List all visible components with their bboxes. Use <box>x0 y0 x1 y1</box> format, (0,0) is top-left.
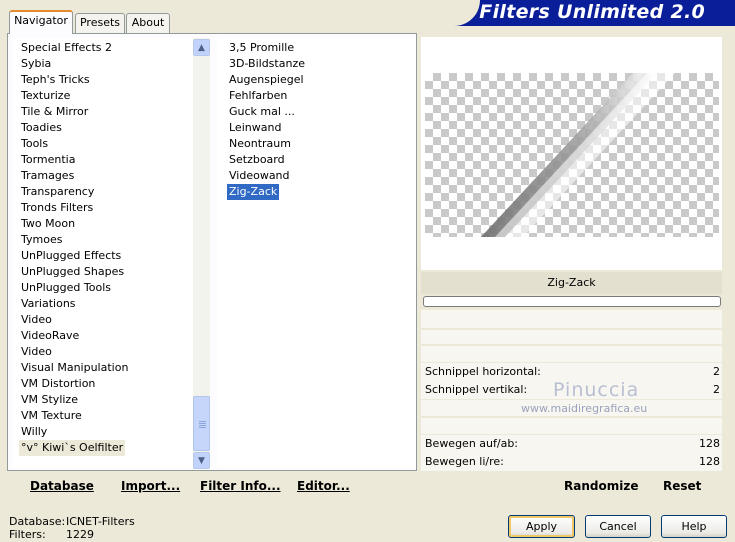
param-label: Schnippel vertikal: <box>425 383 528 396</box>
preview-image <box>425 73 719 237</box>
filter-item[interactable]: Neontraum <box>229 136 291 152</box>
editor-button[interactable]: Editor... <box>297 479 350 493</box>
category-item[interactable]: VideoRave <box>21 328 79 344</box>
watermark-name: Pinuccia <box>553 379 640 401</box>
param-label: Bewegen auf/ab: <box>425 437 519 450</box>
preview-filter-name: Zig-Zack <box>421 272 722 294</box>
category-item[interactable]: VM Stylize <box>21 392 78 408</box>
param-value: 128 <box>699 455 720 468</box>
category-item[interactable]: Toadies <box>21 120 62 136</box>
category-item[interactable]: Video <box>21 312 52 328</box>
param-spacer <box>421 330 722 344</box>
param-label: Schnippel horizontal: <box>425 365 541 378</box>
watermark-site: www.maidiregrafica.eu <box>521 402 648 415</box>
category-item[interactable]: Sybia <box>21 56 51 72</box>
tab-presets[interactable]: Presets <box>75 13 125 33</box>
category-item[interactable]: VM Texture <box>21 408 82 424</box>
category-item[interactable]: Tymoes <box>21 232 62 248</box>
progress-bar <box>423 296 721 307</box>
tab-navigator-label: Navigator <box>14 14 68 27</box>
param-spacer <box>421 346 722 362</box>
import-button[interactable]: Import... <box>121 479 180 493</box>
scroll-down-button[interactable]: ▼ <box>193 452 210 469</box>
filter-item[interactable]: Fehlfarben <box>229 88 287 104</box>
reset-button[interactable]: Reset <box>663 479 701 493</box>
category-item[interactable]: UnPlugged Shapes <box>21 264 124 280</box>
param-spacer <box>421 418 722 434</box>
filter-item[interactable]: 3D-Bildstanze <box>229 56 305 72</box>
category-item[interactable]: °v° Kiwi`s Oelfilter <box>19 440 126 456</box>
scroll-up-button[interactable]: ▲ <box>193 39 210 56</box>
category-item[interactable]: Tools <box>21 136 48 152</box>
category-list[interactable]: Special Effects 2 Sybia Teph's Tricks Textu… <box>13 38 193 468</box>
param-row[interactable]: Bewegen auf/ab: 128 <box>421 435 722 453</box>
tab-navigator[interactable]: Navigator <box>9 10 73 34</box>
category-item[interactable]: Willy <box>21 424 47 440</box>
filter-item[interactable]: Videowand <box>229 168 290 184</box>
banner-title: Filters Unlimited 2.0 <box>479 1 705 23</box>
category-item[interactable]: VM Distortion <box>21 376 95 392</box>
category-item[interactable]: Tramages <box>21 168 74 184</box>
param-value: 2 <box>713 383 720 396</box>
chevron-down-icon: ▼ <box>198 455 205 466</box>
filter-item[interactable]: Leinwand <box>229 120 281 136</box>
category-item[interactable]: Tile & Mirror <box>21 104 88 120</box>
zigzack-stripe <box>481 73 675 237</box>
category-item[interactable]: Visual Manipulation <box>21 360 128 376</box>
status-database-label: Database: <box>9 515 66 528</box>
database-button[interactable]: Database <box>30 479 94 493</box>
cancel-button[interactable]: Cancel <box>585 515 651 538</box>
param-value: 2 <box>713 365 720 378</box>
apply-button[interactable]: Apply <box>508 515 575 538</box>
filter-item[interactable]: Guck mal ... <box>229 104 295 120</box>
randomize-button[interactable]: Randomize <box>564 479 638 493</box>
filter-item[interactable]: Augenspiegel <box>229 72 304 88</box>
category-item[interactable]: Transparency <box>21 184 94 200</box>
status-filters-value: 1229 <box>66 528 94 541</box>
tab-presets-label: Presets <box>79 16 121 29</box>
category-scrollbar[interactable]: ▲ ▼ <box>193 38 210 469</box>
help-button[interactable]: Help <box>661 515 727 538</box>
category-item[interactable]: Special Effects 2 <box>21 40 112 56</box>
filter-item[interactable]: Zig-Zack <box>227 184 280 200</box>
param-spacer <box>421 310 722 328</box>
param-label: Bewegen li/re: <box>425 455 504 468</box>
category-item[interactable]: Video <box>21 344 52 360</box>
filter-item[interactable]: Setzboard <box>229 152 285 168</box>
category-item[interactable]: Texturize <box>21 88 70 104</box>
preview-panel <box>421 37 722 270</box>
filter-item[interactable]: 3,5 Promille <box>229 40 294 56</box>
category-item[interactable]: UnPlugged Effects <box>21 248 121 264</box>
category-item[interactable]: Tronds Filters <box>21 200 93 216</box>
status-filters-label: Filters: <box>9 528 46 541</box>
tab-about[interactable]: About <box>126 13 170 33</box>
filter-info-button[interactable]: Filter Info... <box>200 479 281 493</box>
tab-about-label: About <box>131 16 165 29</box>
category-item[interactable]: Tormentia <box>21 152 75 168</box>
scroll-thumb[interactable] <box>193 396 210 451</box>
category-item[interactable]: UnPlugged Tools <box>21 280 111 296</box>
category-item[interactable]: Variations <box>21 296 76 312</box>
category-item[interactable]: Two Moon <box>21 216 75 232</box>
category-item[interactable]: Teph's Tricks <box>21 72 90 88</box>
filter-list[interactable]: 3,5 Promille 3D-Bildstanze Augenspiegel Feh… <box>217 38 416 468</box>
status-database-value: ICNET-Filters <box>66 515 135 528</box>
param-value: 128 <box>699 437 720 450</box>
param-row[interactable]: Bewegen li/re: 128 <box>421 453 722 471</box>
chevron-up-icon: ▲ <box>198 42 205 53</box>
